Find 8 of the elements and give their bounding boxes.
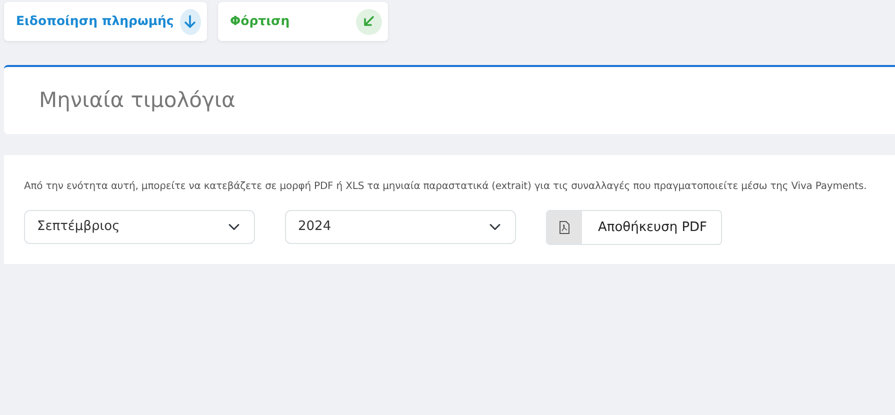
save-pdf-button[interactable]: Αποθήκευση PDF	[546, 210, 722, 245]
description-text: Από την ενότητα αυτή, μπορείτε να κατεβάζετε σε μορφή PDF ή XLS τα μηνιαία παραστατικά (extrait) για τις συναλλαγές που πραγματοποιείτε μέσω της Viva Payments.	[24, 180, 868, 194]
page-title: Μηνιαία τιμολόγια	[39, 86, 236, 114]
action-label: Φόρτιση	[230, 12, 290, 30]
year-select[interactable]: 2024	[285, 210, 516, 244]
action-label: Ειδοποίηση πληρωμής	[16, 12, 174, 30]
action-card[interactable]: Ειδοποίηση πληρωμής	[4, 2, 207, 41]
month-select[interactable]: Σεπτέμβριος	[24, 210, 255, 244]
